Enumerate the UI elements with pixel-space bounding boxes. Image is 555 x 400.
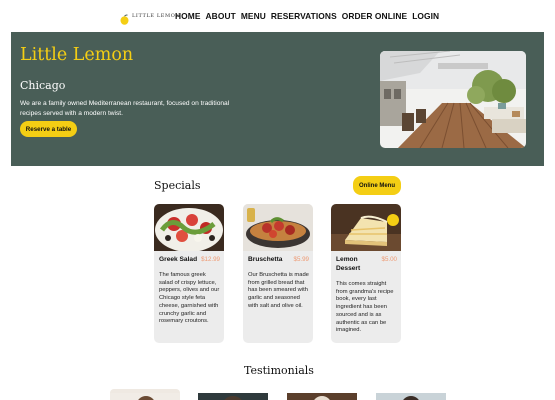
special-card-greek-salad[interactable]: Greek Salad $12.99 The famous greek sala… (154, 204, 224, 343)
nav-menu-link[interactable]: MENU (241, 11, 266, 21)
nav-order-online-link[interactable]: ORDER ONLINE (342, 11, 407, 21)
testimonial-photo-1 (110, 389, 180, 400)
special-description: This comes straight from grandma's recip… (336, 281, 394, 334)
main-menu: HOME ABOUT MENU RESERVATIONS ORDER ONLIN… (175, 11, 439, 21)
greek-salad-photo (154, 204, 224, 251)
testimonial-photo-2 (198, 389, 268, 400)
restaurant-terrace-photo (380, 51, 526, 148)
hero-title: Little Lemon (20, 45, 134, 65)
hero-city: Chicago (20, 79, 66, 92)
nav-about-link[interactable]: ABOUT (206, 11, 236, 21)
bruschetta-photo (243, 204, 313, 251)
testimonials-heading: Testimonials (244, 364, 314, 377)
testimonial-photo-3 (287, 389, 357, 400)
lemon-dessert-photo (331, 204, 401, 251)
lemon-icon (120, 10, 129, 25)
special-price: $5.00 (381, 256, 397, 263)
special-description: Our Bruschetta is made from grilled brea… (248, 272, 309, 309)
logo-text: LITTLE LEMON (132, 12, 181, 19)
hero-section: Little Lemon Chicago We are a family own… (11, 32, 544, 166)
special-name: Greek Salad (159, 256, 198, 263)
logo[interactable]: LITTLE LEMON (120, 10, 181, 25)
special-card-lemon-dessert[interactable]: Lemon Dessert $5.00 This comes straight … (331, 204, 401, 343)
special-price: $5.99 (293, 256, 309, 263)
specials-heading: Specials (154, 179, 201, 192)
special-name: Bruschetta (248, 256, 283, 263)
special-description: The famous greek salad of crispy lettuce… (159, 272, 220, 325)
reserve-table-button[interactable]: Reserve a table (20, 121, 77, 137)
special-card-bruschetta[interactable]: Bruschetta $5.99 Our Bruschetta is made … (243, 204, 313, 343)
testimonial-photo-4 (376, 389, 446, 400)
special-name: Lemon Dessert (336, 256, 361, 272)
nav-reservations-link[interactable]: RESERVATIONS (271, 11, 337, 21)
top-navigation: LITTLE LEMON HOME ABOUT MENU RESERVATION… (0, 0, 555, 32)
special-price: $12.99 (201, 256, 220, 263)
nav-login-link[interactable]: LOGIN (412, 11, 439, 21)
online-menu-button[interactable]: Online Menu (353, 176, 401, 195)
hero-description: We are a family owned Mediterranean rest… (20, 100, 230, 117)
nav-home-link[interactable]: HOME (175, 11, 201, 21)
